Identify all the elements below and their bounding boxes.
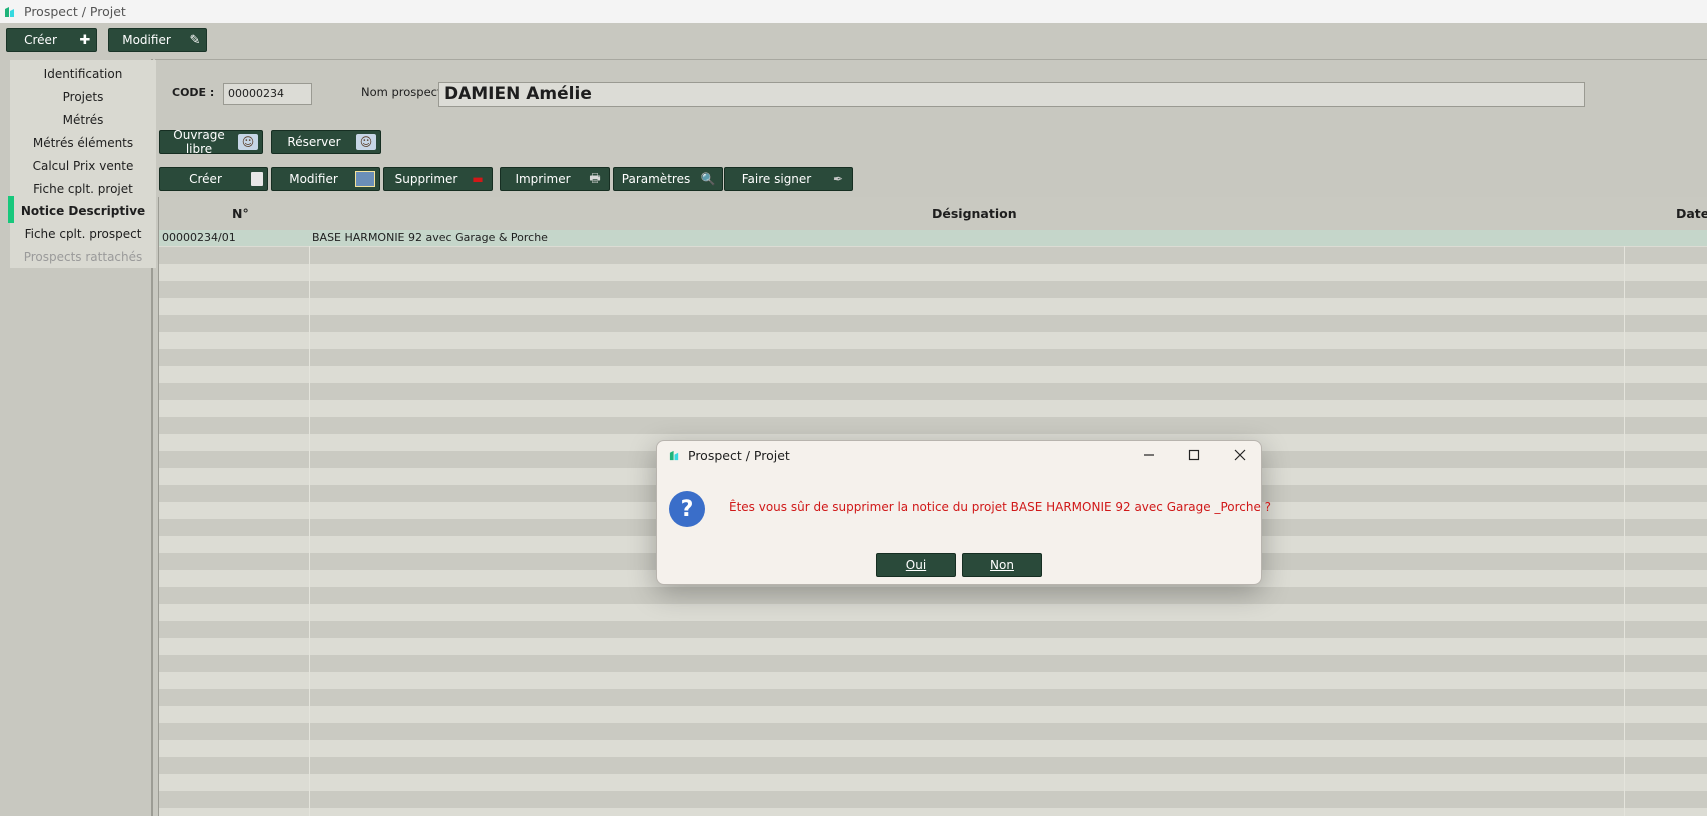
create-button[interactable]: Créer ✚ <box>6 28 97 52</box>
dialog-title: Prospect / Projet <box>688 448 790 463</box>
print-button[interactable]: Imprimer 🖶 <box>500 167 610 191</box>
sidebar: Identification Projets Métrés Métrés élé… <box>0 59 156 816</box>
sidebar-item-prospects-rattaches: Prospects rattachés <box>23 249 143 264</box>
sidebar-item-identification[interactable]: Identification <box>10 62 156 85</box>
edit-button-label: Modifier <box>122 33 171 47</box>
cell-designation: BASE HARMONIE 92 avec Garage & Porche <box>312 231 548 244</box>
maximize-icon[interactable] <box>1183 445 1205 465</box>
content-area: Identification Projets Métrés Métrés élé… <box>0 59 1707 816</box>
reserver-button[interactable]: Réserver ☺ <box>271 130 381 154</box>
no-button[interactable]: Non <box>962 553 1042 577</box>
sidebar-item-projets[interactable]: Projets <box>10 85 156 108</box>
sign-label: Faire signer <box>741 172 812 186</box>
person-icon: ☺ <box>238 134 258 150</box>
notice-edit-button[interactable]: Modifier <box>271 167 380 191</box>
sidebar-item-calcul-prix-vente[interactable]: Calcul Prix vente <box>10 154 156 177</box>
sign-button[interactable]: Faire signer ✒ <box>724 167 853 191</box>
dialog-titlebar: Prospect / Projet <box>669 448 790 463</box>
document-icon <box>251 172 263 186</box>
table-header: N° Désignation Date <box>159 197 1707 230</box>
code-label: CODE : <box>172 86 215 99</box>
notice-create-label: Créer <box>189 172 222 186</box>
feather-icon: ✒ <box>832 172 844 186</box>
plus-icon: ✚ <box>79 32 91 48</box>
window-titlebar: Prospect / Projet <box>0 0 1707 23</box>
window-title: Prospect / Projet <box>24 4 126 19</box>
sidebar-item-fiche-cplt-projet[interactable]: Fiche cplt. projet <box>10 177 156 200</box>
edit-button[interactable]: Modifier ✎ <box>108 28 207 52</box>
column-divider <box>309 230 310 816</box>
print-label: Imprimer <box>515 172 571 186</box>
create-button-label: Créer <box>24 33 57 47</box>
parameters-label: Paramètres <box>621 172 691 186</box>
app-logo-icon <box>5 6 14 17</box>
yes-button[interactable]: Oui <box>876 553 956 577</box>
nom-prospect-field[interactable]: DAMIEN Amélie <box>438 82 1585 107</box>
minimize-icon[interactable] <box>1138 445 1160 465</box>
column-header-num[interactable]: N° <box>232 206 249 221</box>
magnifier-icon: 🔍 <box>700 172 716 186</box>
column-header-date[interactable]: Date <box>1676 206 1707 221</box>
notice-edit-label: Modifier <box>289 172 338 186</box>
nom-prospect-label: Nom prospect : <box>361 85 450 99</box>
reserver-label: Réserver <box>287 135 341 149</box>
image-icon <box>355 171 375 187</box>
sidebar-item-fiche-cplt-prospect[interactable]: Fiche cplt. prospect <box>10 222 156 245</box>
notice-create-button[interactable]: Créer <box>159 167 268 191</box>
table-row[interactable]: 00000234/01 BASE HARMONIE 92 avec Garage… <box>159 230 1707 246</box>
main-toolbar: Créer ✚ Modifier ✎ <box>0 23 1707 59</box>
close-icon[interactable] <box>1229 445 1251 465</box>
code-field[interactable]: 00000234 <box>223 83 312 105</box>
notice-delete-button[interactable]: Supprimer ▬ <box>383 167 493 191</box>
sidebar-item-notice-descriptive[interactable]: Notice Descriptive <box>10 199 156 222</box>
notice-delete-label: Supprimer <box>394 172 458 186</box>
pencil-icon: ✎ <box>189 32 201 48</box>
ouvrage-libre-label: Ouvrage libre <box>173 128 225 156</box>
ouvrage-libre-button[interactable]: Ouvrage libre ☺ <box>159 128 263 156</box>
parameters-button[interactable]: Paramètres 🔍 <box>613 167 723 191</box>
dialog-message: Êtes vous sûr de supprimer la notice du … <box>729 500 1272 514</box>
main-panel: CODE : 00000234 Nom prospect : DAMIEN Am… <box>155 59 1707 816</box>
column-header-designation[interactable]: Désignation <box>932 206 1017 221</box>
sidebar-item-metres-elements[interactable]: Métrés éléments <box>10 131 156 154</box>
column-divider <box>1624 230 1625 816</box>
cell-num: 00000234/01 <box>162 231 236 244</box>
confirm-dialog: Prospect / Projet ? Êtes vous sûr de sup… <box>656 440 1271 585</box>
minus-icon: ▬ <box>472 172 484 186</box>
question-icon: ? <box>669 491 705 527</box>
person-icon: ☺ <box>356 134 376 150</box>
app-logo-icon <box>669 450 679 461</box>
printer-icon: 🖶 <box>589 170 601 185</box>
sidebar-item-metres[interactable]: Métrés <box>10 108 156 131</box>
